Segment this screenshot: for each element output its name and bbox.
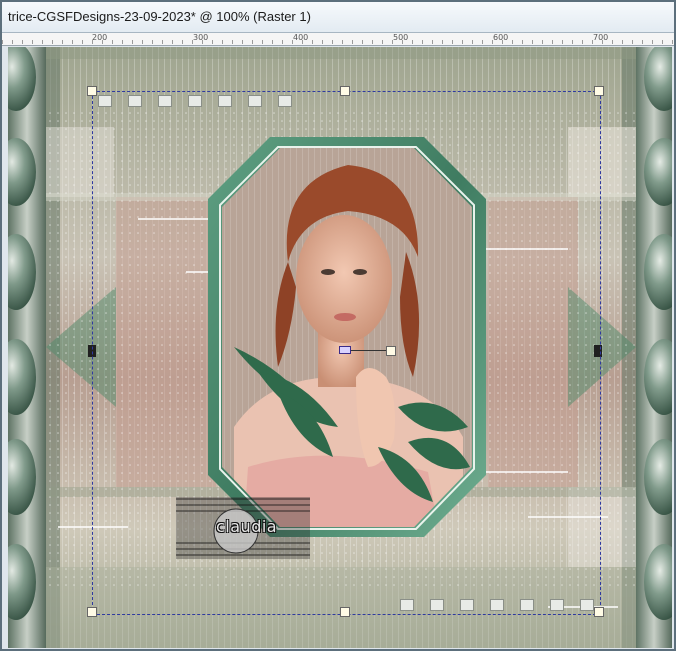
ruler-minor-tick [442,40,443,44]
ruler-label-200: 200 [92,33,108,42]
bbox-handle-bottom-right[interactable] [594,607,604,617]
ruler-minor-tick [372,40,373,44]
ruler-minor-tick [532,40,533,44]
ruler-minor-tick [642,40,643,44]
ruler-label-300: 300 [193,33,209,42]
ruler-minor-tick [462,40,463,44]
ruler-minor-tick [322,40,323,44]
ruler-minor-tick [82,40,83,44]
rotation-arm-handle[interactable] [386,346,396,356]
bbox-handle-top[interactable] [340,86,350,96]
rotation-pivot-handle[interactable] [339,346,351,354]
ruler-label-500: 500 [393,33,409,42]
ruler-minor-tick [612,40,613,44]
ruler-minor-tick [162,40,163,44]
ruler-minor-tick [512,40,513,44]
ruler-minor-tick [382,40,383,44]
ruler-minor-tick [622,40,623,44]
ruler-minor-tick [232,40,233,44]
ruler-minor-tick [562,40,563,44]
ruler-minor-tick [662,40,663,44]
ruler-minor-tick [472,40,473,44]
ruler-minor-tick [542,40,543,44]
ruler-minor-tick [332,40,333,44]
bbox-handle-bottom[interactable] [340,607,350,617]
bbox-handle-top-left[interactable] [87,86,97,96]
ruler-minor-tick [142,40,143,44]
ruler-minor-tick [122,40,123,44]
ruler-minor-tick [222,40,223,44]
ruler-minor-tick [452,40,453,44]
ruler-label-600: 600 [493,33,509,42]
ruler-minor-tick [62,40,63,44]
ruler-minor-tick [482,40,483,44]
ruler-minor-tick [312,40,313,44]
ruler-minor-tick [632,40,633,44]
ruler-minor-tick [412,40,413,44]
ruler-minor-tick [342,40,343,44]
ruler-minor-tick [42,40,43,44]
ruler-minor-tick [522,40,523,44]
ruler-minor-tick [572,40,573,44]
ruler-minor-tick [52,40,53,44]
ruler-minor-tick [172,40,173,44]
ruler-minor-tick [422,40,423,44]
rotation-arm-line [351,350,386,351]
ruler-minor-tick [272,40,273,44]
ruler-label-400: 400 [293,33,309,42]
ruler-minor-tick [2,40,3,44]
ruler-minor-tick [182,40,183,44]
ruler-minor-tick [242,40,243,44]
ruler-minor-tick [432,40,433,44]
ruler-minor-tick [32,40,33,44]
ruler-minor-tick [552,40,553,44]
ruler-minor-tick [22,40,23,44]
ruler-minor-tick [262,40,263,44]
ruler-minor-tick [212,40,213,44]
ruler-label-700: 700 [593,33,609,42]
ruler-minor-tick [152,40,153,44]
image-canvas[interactable]: claudia [8,47,672,648]
ruler-minor-tick [132,40,133,44]
title-bar[interactable]: trice-CGSFDesigns-23-09-2023* @ 100% (Ra… [2,2,674,33]
ruler-minor-tick [352,40,353,44]
bbox-handle-top-right[interactable] [594,86,604,96]
bbox-handle-bottom-left[interactable] [87,607,97,617]
ruler-minor-tick [72,40,73,44]
ruler-minor-tick [252,40,253,44]
horizontal-ruler[interactable]: 200 300 400 500 600 700 [2,33,674,46]
ruler-minor-tick [652,40,653,44]
ruler-minor-tick [362,40,363,44]
ruler-minor-tick [112,40,113,44]
image-window: trice-CGSFDesigns-23-09-2023* @ 100% (Ra… [0,0,676,651]
ruler-minor-tick [282,40,283,44]
ruler-minor-tick [672,40,673,44]
window-title: trice-CGSFDesigns-23-09-2023* @ 100% (Ra… [8,9,311,24]
ruler-minor-tick [12,40,13,44]
ruler-minor-tick [582,40,583,44]
